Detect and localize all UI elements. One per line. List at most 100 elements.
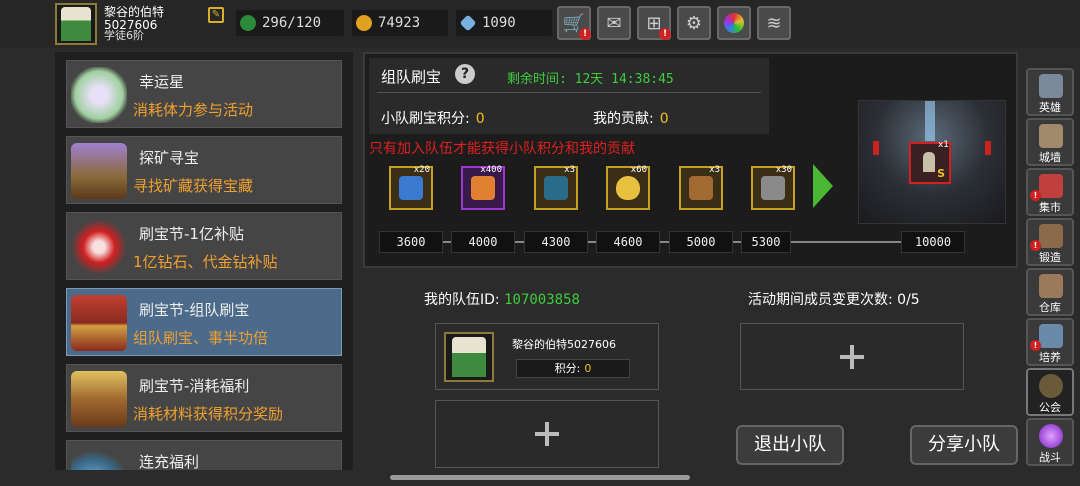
anvil-icon — [1039, 224, 1063, 248]
lucky-star-icon — [71, 67, 127, 123]
team-id-label: 我的队伍ID: — [424, 292, 500, 308]
top-bar: 黎谷的伯特 5027606 学徒6阶 ✎ 296/120 74923 1090 … — [0, 0, 1080, 48]
home-indicator[interactable] — [390, 475, 690, 480]
nav-forge[interactable]: ! 锻造 — [1026, 218, 1074, 266]
reward-qty: x20 — [413, 165, 430, 175]
feather-icon — [471, 176, 495, 200]
event-title: 刷宝节-消耗福利 — [139, 377, 250, 395]
event-item-subsidy[interactable]: 刷宝节-1亿补贴 1亿钻石、代金钻补贴 — [66, 212, 342, 280]
nav-guild[interactable]: 公会 — [1026, 368, 1074, 416]
nav-wall[interactable]: 城墙 — [1026, 118, 1074, 166]
alert-icon: ! — [579, 28, 591, 40]
nav-market[interactable]: ! 集市 — [1026, 168, 1074, 216]
reward-qty: x30 — [775, 165, 792, 175]
event-desc: 1亿钻石、代金钻补贴 — [133, 253, 278, 271]
figure-icon — [923, 152, 935, 172]
changes-value: 0/5 — [897, 292, 920, 308]
scroll-roll-icon — [689, 176, 713, 200]
avatar-portrait — [61, 7, 91, 41]
changes-label: 活动期间成员变更次数: — [748, 292, 893, 308]
milestone: 4600 — [596, 231, 660, 253]
avatar-portrait — [452, 337, 486, 377]
wall-icon — [1039, 124, 1063, 148]
member-score: 积分: 0 — [516, 359, 630, 378]
event-item-team-farm[interactable]: 刷宝节-组队刷宝 组队刷宝、事半功倍 — [66, 288, 342, 356]
settings-button[interactable]: ⚙ — [677, 6, 711, 40]
event-desc: 消耗材料获得积分奖励 — [133, 405, 284, 423]
member-changes: 活动期间成员变更次数: 0/5 — [748, 289, 920, 309]
help-question-icon[interactable]: ? — [455, 64, 475, 84]
remaining-time: 剩余时间: 12天 14:38:45 — [507, 68, 674, 87]
milestone: 4300 — [524, 231, 588, 253]
team-member-card[interactable]: 黎谷的伯特5027606 积分: 0 — [435, 323, 659, 390]
guild-icon — [1039, 374, 1063, 398]
stamina-display: 296/120 — [236, 10, 344, 36]
gamepad-button[interactable]: ⊞! — [637, 6, 671, 40]
nav-battle[interactable]: 战斗 — [1026, 418, 1074, 466]
event-item-lucky-star[interactable]: 幸运星 消耗体力参与活动 — [66, 60, 342, 128]
nav-label: 仓库 — [1039, 301, 1061, 314]
spin-wheel-button[interactable] — [717, 6, 751, 40]
leave-team-button[interactable]: 退出小队 — [736, 425, 844, 465]
join-warning: 只有加入队伍才能获得小队积分和我的贡献 — [369, 141, 635, 157]
warehouse-icon — [1039, 274, 1063, 298]
nav-warehouse[interactable]: 仓库 — [1026, 268, 1074, 316]
boss-reward-item[interactable]: x1 S — [909, 140, 951, 184]
event-item-recharge[interactable]: 连充福利 — [66, 440, 342, 470]
contribution-label: 我的贡献: — [593, 111, 654, 127]
boss-reward-qty: x1 — [937, 140, 949, 150]
reward-qty: x3 — [564, 165, 575, 175]
stamina-lightning-icon — [240, 15, 256, 31]
reward-item[interactable]: x3 — [679, 165, 723, 210]
lightning-scroll-icon — [399, 176, 423, 200]
nav-hero[interactable]: 英雄 — [1026, 68, 1074, 116]
event-desc: 组队刷宝、事半功倍 — [133, 329, 269, 347]
reward-item[interactable]: x3 — [534, 165, 578, 210]
reward-item[interactable]: x400 — [461, 165, 505, 210]
nav-label: 集市 — [1039, 201, 1061, 214]
reward-item[interactable]: x60 — [606, 165, 650, 210]
player-rank: 学徒6阶 — [104, 29, 144, 42]
team-id: 我的队伍ID: 107003858 — [424, 289, 580, 309]
edit-icon[interactable]: ✎ — [208, 7, 224, 23]
dragon-icon — [71, 447, 127, 470]
gold-display: 74923 — [352, 10, 448, 36]
shop-cart-button[interactable]: 🛒! — [557, 6, 591, 40]
member-score-value: 0 — [584, 362, 592, 375]
empty-member-slot[interactable] — [435, 400, 659, 468]
nav-train[interactable]: ! 培养 — [1026, 318, 1074, 366]
treasure-mining-icon — [71, 143, 127, 199]
mail-button[interactable]: ✉ — [597, 6, 631, 40]
reward-item[interactable]: x20 — [389, 165, 433, 210]
event-title: 刷宝节-1亿补贴 — [139, 225, 244, 243]
my-contribution: 我的贡献: 0 — [593, 108, 669, 128]
torch-icon — [873, 141, 879, 155]
event-item-mining[interactable]: 探矿寻宝 寻找矿藏获得宝藏 — [66, 136, 342, 204]
portal-icon — [1039, 424, 1063, 448]
time-label: 剩余时间: — [507, 72, 567, 87]
team-score: 小队刷宝积分: 0 — [381, 108, 485, 128]
reward-qty: x400 — [480, 165, 502, 175]
player-name-text: 黎谷的伯特 — [104, 5, 165, 19]
plus-icon — [840, 344, 864, 369]
hammer-icon — [761, 176, 785, 200]
panel-title: 组队刷宝 — [381, 68, 442, 86]
member-score-label: 积分: — [554, 362, 581, 375]
milestone: 5300 — [741, 231, 791, 253]
golden-egg-icon — [616, 176, 640, 200]
wing-button[interactable]: ≋ — [757, 6, 791, 40]
contribution-value: 0 — [659, 111, 669, 127]
share-team-button[interactable]: 分享小队 — [910, 425, 1018, 465]
gem-value: 1090 — [482, 15, 516, 31]
red-flower-icon — [71, 219, 127, 275]
team-score-value: 0 — [475, 111, 485, 127]
player-avatar[interactable] — [55, 3, 97, 45]
reward-item[interactable]: x30 — [751, 165, 795, 210]
empty-member-slot[interactable] — [740, 323, 964, 390]
next-arrow-icon[interactable] — [813, 164, 833, 208]
nav-label: 培养 — [1039, 351, 1061, 364]
panel-header: 组队刷宝 ? 剩余时间: 12天 14:38:45 小队刷宝积分: 0 我的贡献:… — [369, 58, 769, 134]
event-item-consume[interactable]: 刷宝节-消耗福利 消耗材料获得积分奖励 — [66, 364, 342, 432]
nav-label: 城墙 — [1039, 151, 1061, 164]
gem-display: 1090 — [456, 10, 552, 36]
